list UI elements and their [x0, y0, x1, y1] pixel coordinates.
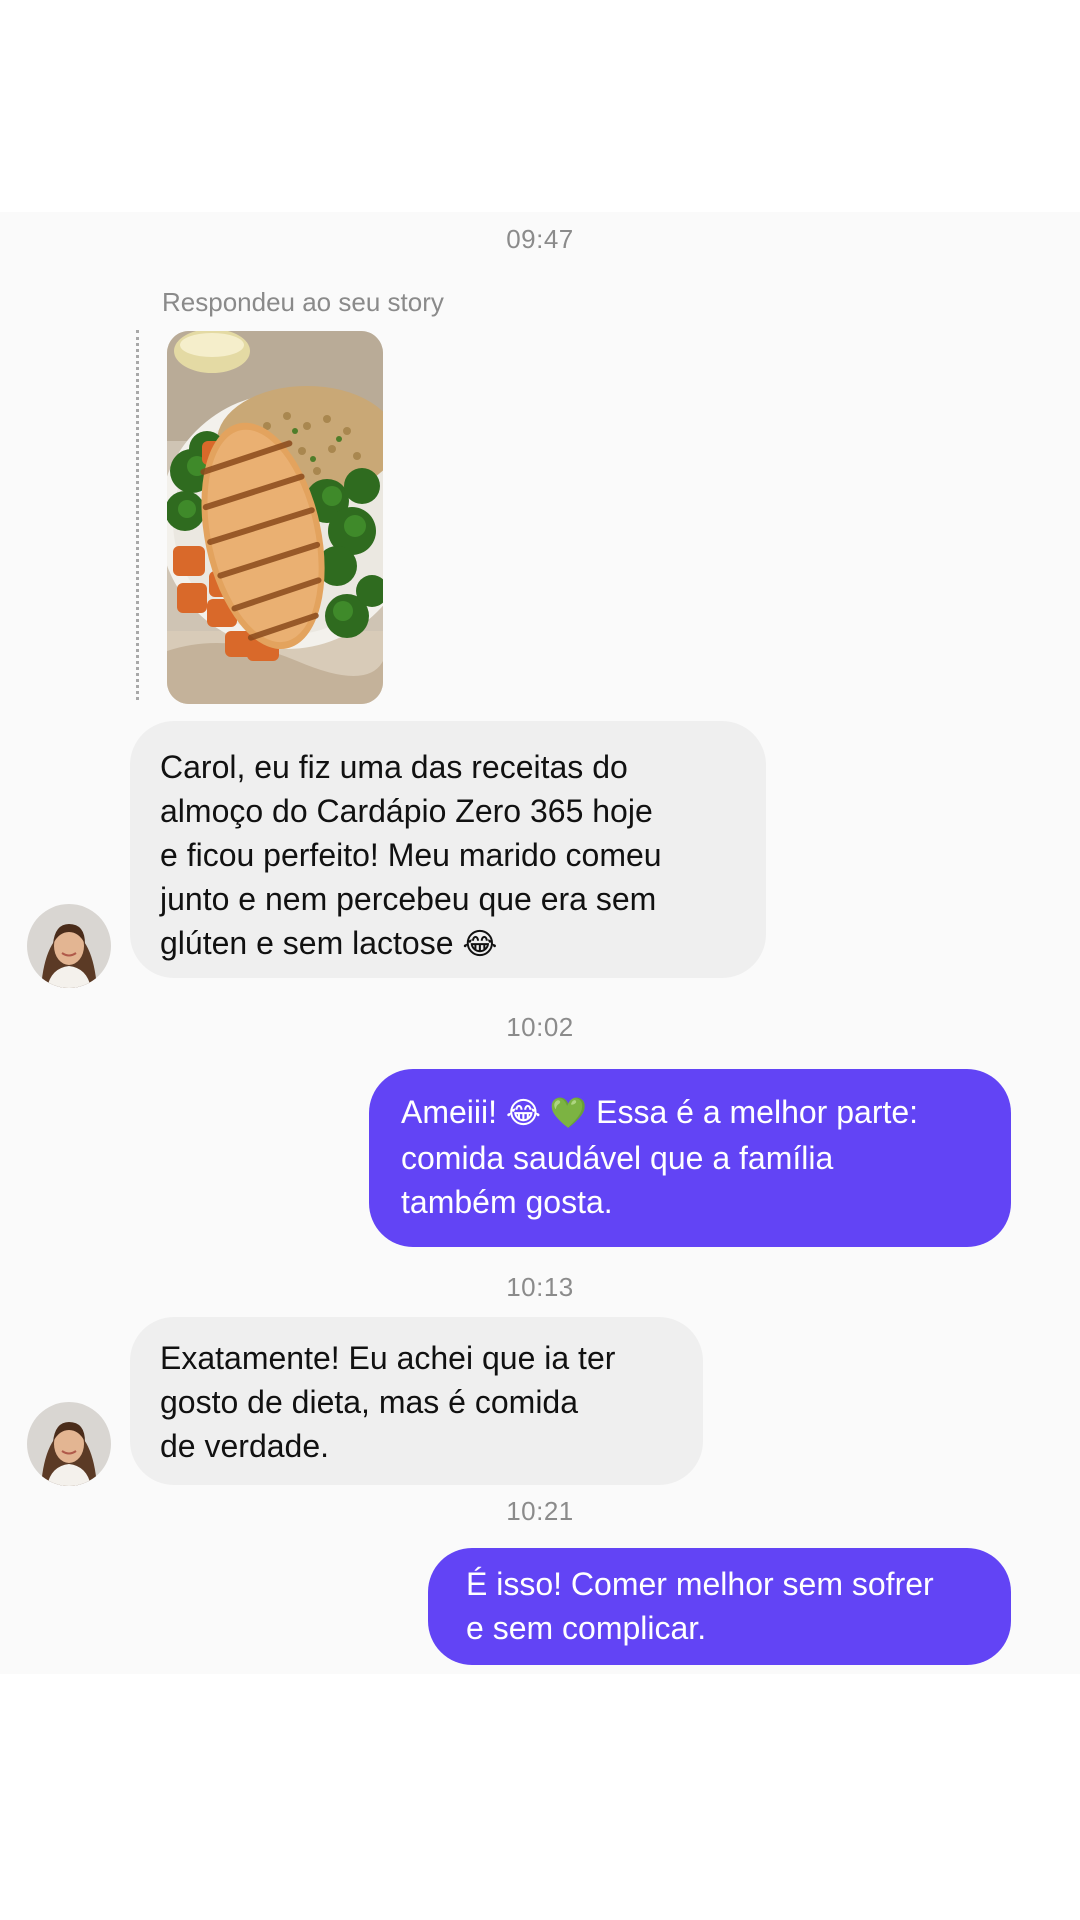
timestamp: 10:13	[506, 1272, 574, 1302]
message-bubble-received[interactable]: Carol, eu fiz uma das receitas do almoço…	[130, 721, 766, 978]
message-text-line: glúten e sem lactose	[160, 925, 454, 961]
message-text-line: e ficou perfeito! Meu marido comeu	[160, 837, 662, 873]
message-bubble-received[interactable]: Exatamente! Eu achei que ia ter gosto de…	[130, 1317, 703, 1485]
message-text-line: de verdade.	[160, 1428, 330, 1464]
avatar-icon	[27, 904, 111, 988]
laughing-emoji-icon: 😂	[505, 1096, 541, 1131]
message-bubble-sent[interactable]: Ameiii! 😂 💚 Essa é a melhor parte: comid…	[369, 1069, 1011, 1247]
message-text-line: gosto de dieta, mas é comida	[160, 1384, 579, 1420]
timestamp: 10:02	[506, 1012, 574, 1042]
message-text-segment: Essa é a melhor parte:	[596, 1094, 919, 1130]
message-text-line: junto e nem percebeu que era sem	[160, 881, 657, 917]
avatar-icon	[27, 1402, 111, 1486]
contact-avatar[interactable]	[27, 1402, 111, 1486]
timestamp: 09:47	[506, 224, 574, 254]
story-reply-caption: Respondeu ao seu story	[162, 287, 444, 317]
message-text-line: também gosta.	[401, 1184, 613, 1220]
message-text-line: Carol, eu fiz uma das receitas do	[160, 749, 628, 785]
laughing-emoji-icon: 😂	[462, 927, 498, 962]
message-text-line: Exatamente! Eu achei que ia ter	[160, 1340, 616, 1376]
story-thumbnail[interactable]	[167, 331, 383, 704]
message-text-segment: Ameiii!	[401, 1094, 498, 1130]
message-text-line: comida saudável que a família	[401, 1140, 834, 1176]
story-reply-divider	[136, 330, 139, 700]
timestamp: 10:21	[506, 1496, 574, 1526]
message-text-line: almoço do Cardápio Zero 365 hoje	[160, 793, 653, 829]
message-text-line: e sem complicar.	[466, 1610, 707, 1646]
food-plate-image	[167, 331, 383, 704]
message-bubble-sent[interactable]: É isso! Comer melhor sem sofrer e sem co…	[428, 1548, 1011, 1665]
message-text-line: É isso! Comer melhor sem sofrer	[466, 1566, 934, 1602]
green-heart-emoji-icon: 💚	[549, 1096, 588, 1131]
contact-avatar[interactable]	[27, 904, 111, 988]
